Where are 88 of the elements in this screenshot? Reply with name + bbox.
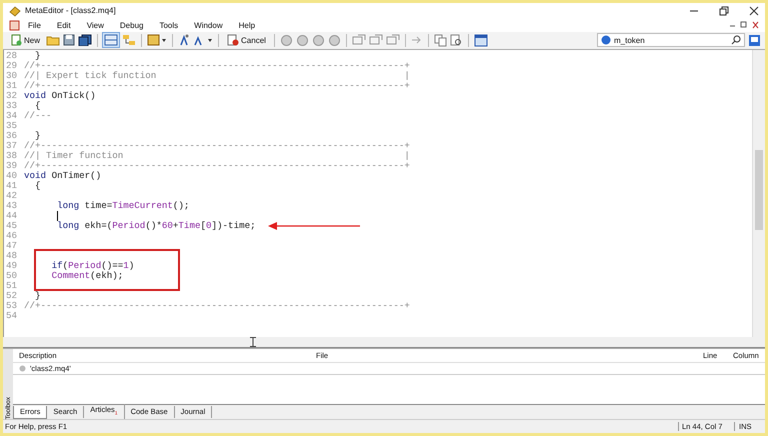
code-line: }: [35, 50, 41, 62]
line-number: 39: [5, 160, 18, 172]
app-logo-icon: [9, 4, 21, 17]
line-number: 37: [5, 140, 18, 152]
new-button[interactable]: New: [7, 32, 44, 48]
line-number: 48: [5, 250, 18, 262]
code-line: }: [35, 290, 41, 302]
code-line: //| Expert tick function |: [24, 70, 410, 82]
line-number: 43: [5, 200, 18, 212]
code-line: void OnTimer(): [24, 170, 102, 182]
help-icon[interactable]: [748, 34, 761, 47]
line-number: 51: [5, 280, 18, 292]
line-number: 53: [5, 300, 18, 312]
menu-item[interactable]: Window: [186, 20, 231, 30]
code-line: //+------------------------------------------------------------------+: [24, 140, 410, 152]
code-line: long ekh=(Period()*60+Time[0])-time;: [56, 220, 256, 232]
new-file-icon: [10, 34, 22, 46]
bookmark-icon[interactable]: [352, 34, 366, 46]
line-number: 52: [5, 290, 18, 302]
line-number: 50: [5, 270, 18, 282]
mdi-controls-icon[interactable]: [729, 21, 759, 30]
line-number: 32: [5, 90, 18, 102]
debug-circle-icon[interactable]: [328, 34, 341, 47]
code-line: Comment(ekh);: [50, 270, 124, 282]
copy-icon[interactable]: [434, 34, 447, 47]
save-all-icon[interactable]: [78, 34, 92, 46]
menu-item[interactable]: View: [78, 20, 112, 30]
code-line: //+------------------------------------------------------------------+: [24, 160, 410, 172]
find-icon[interactable]: [450, 34, 463, 47]
line-number: 38: [5, 150, 18, 162]
line-number: 35: [5, 120, 18, 132]
menu-item[interactable]: Debug: [112, 20, 152, 30]
run-dropdown-icon[interactable]: [193, 34, 214, 46]
line-number: 45: [5, 220, 18, 232]
debug-circle-icon[interactable]: [296, 34, 309, 47]
line-number: 41: [5, 180, 18, 192]
code-line: }: [35, 130, 41, 142]
code-line: if(Period()==1): [50, 260, 134, 272]
line-number: 40: [5, 170, 18, 182]
info-icon: [19, 365, 26, 372]
line-number: 33: [5, 100, 18, 112]
layout-icon[interactable]: [103, 33, 120, 48]
code-line: //+------------------------------------------------------------------+: [24, 300, 410, 312]
line-number: 29: [5, 60, 18, 72]
code-line: //+------------------------------------------------------------------+: [24, 60, 410, 72]
search-icon[interactable]: [731, 35, 741, 46]
line-number: 36: [5, 130, 18, 142]
line-number: 30: [5, 70, 18, 82]
line-number: 34: [5, 110, 18, 122]
line-number: 31: [5, 80, 18, 92]
bookmark-icon[interactable]: [368, 34, 383, 46]
line-number: 54: [5, 310, 18, 322]
globe-icon: [601, 35, 611, 46]
tree-icon[interactable]: [122, 34, 136, 46]
vertical-scrollbar[interactable]: [752, 50, 765, 338]
document-icon[interactable]: [9, 20, 20, 31]
code-line: //---: [24, 110, 52, 122]
arrow-icon: [268, 222, 360, 230]
window-title: MetaEditor - [class2.mq4]: [25, 6, 116, 16]
bookmark-icon[interactable]: [386, 34, 400, 46]
restore-icon[interactable]: [719, 6, 729, 16]
menu-item[interactable]: Help: [230, 20, 264, 30]
code-line: //+------------------------------------------------------------------+: [24, 80, 410, 92]
mouse-cursor-icon: [250, 336, 256, 347]
line-number: 28: [5, 50, 18, 62]
code-line: {: [35, 100, 41, 112]
document-dropdown-icon[interactable]: [147, 34, 168, 46]
menu-item[interactable]: Tools: [151, 20, 186, 30]
cancel-button[interactable]: Cancel: [224, 32, 269, 48]
code-line: //| Timer function |: [24, 150, 410, 162]
debug-circle-icon[interactable]: [312, 34, 325, 47]
compile-icon[interactable]: [178, 34, 190, 46]
line-number: 42: [5, 190, 18, 202]
line-number: 46: [5, 230, 18, 242]
save-icon[interactable]: [63, 34, 76, 46]
close-icon[interactable]: [749, 6, 759, 16]
line-number: 47: [5, 240, 18, 252]
code-line: void OnTick(): [24, 90, 96, 102]
line-number: 44: [5, 210, 18, 222]
debug-circle-icon[interactable]: [280, 34, 293, 47]
menu-item[interactable]: File: [20, 20, 49, 30]
cancel-icon: [227, 34, 240, 46]
menu-item[interactable]: Edit: [48, 20, 79, 30]
terminal-icon[interactable]: [474, 34, 488, 47]
code-line: {: [34, 180, 41, 192]
line-number: 49: [5, 260, 18, 272]
code-line: long time=TimeCurrent();: [56, 200, 190, 212]
search-field[interactable]: m_token: [597, 33, 745, 48]
